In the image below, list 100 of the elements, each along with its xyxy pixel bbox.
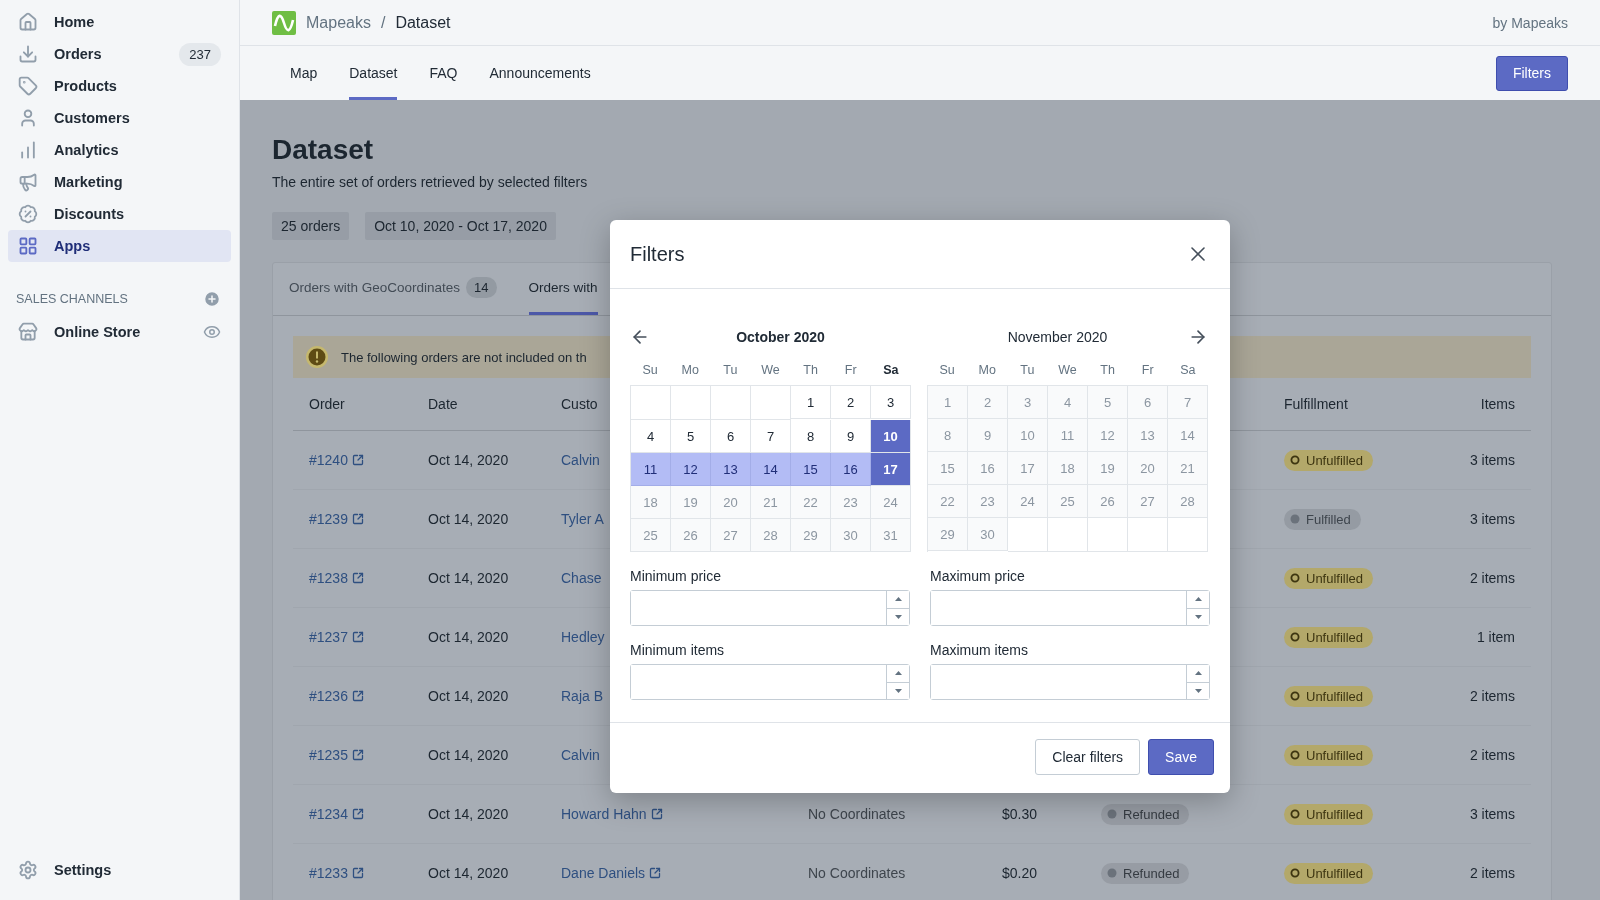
grid-icon [18,236,38,256]
filters-button[interactable]: Filters [1495,55,1568,91]
eye-icon[interactable] [203,323,221,341]
number-field[interactable] [930,590,1210,626]
number-field[interactable] [930,664,1210,700]
card-tab[interactable]: Orders with [528,263,598,315]
table-cell: 3 items [1469,806,1515,822]
calendar-day[interactable]: 14 [751,453,791,486]
calendar-day[interactable]: 11 [631,453,671,486]
weekday-label: Su [938,362,956,379]
caret-up-icon [894,671,902,676]
summary-tag: 25 orders [272,212,350,240]
field-label: Maximum price [930,568,1026,584]
sidebar-item[interactable]: Online Store [8,316,231,348]
calendar-day[interactable]: 5 [671,420,711,453]
customer-link[interactable]: Raja B [561,688,604,704]
status-badge: Unfulfilled [1284,744,1374,766]
order-link[interactable]: #1238 [309,570,364,586]
calendar-day[interactable]: 13 [711,453,751,486]
order-link[interactable]: #1234 [309,806,364,822]
order-link[interactable]: #1233 [309,865,364,881]
nav-tab[interactable]: Map [290,46,318,100]
customer-link[interactable]: Hedley [561,629,605,645]
calendar-day[interactable]: 1 [791,386,831,419]
nav-tab[interactable]: Announcements [489,46,591,100]
calendar-day[interactable]: 7 [751,420,791,453]
table-cell: 3 items [1469,452,1515,468]
calendar-day[interactable]: 3 [871,386,911,419]
weekday-label: Sa [1179,362,1197,379]
sidebar-item[interactable]: Analytics [8,134,231,166]
page-subtitle: The entire set of orders retrieved by selected filters [272,174,589,190]
calendar-day[interactable]: 12 [671,453,711,486]
number-field[interactable] [630,664,910,700]
table-cell: Oct 14, 2020 [428,865,509,881]
breadcrumb-item[interactable]: Dataset [395,13,451,32]
sidebar-item[interactable]: Settings [8,854,231,886]
calendar-day[interactable]: 2 [831,386,871,419]
calendar-day[interactable]: 4 [631,420,671,453]
sidebar-item[interactable]: Apps [8,230,231,262]
customer-link[interactable]: Dane Daniels [561,865,662,881]
customer-link[interactable]: Calvin [561,747,600,763]
calendar-day[interactable]: 8 [791,420,831,453]
by-line: by Mapeaks [1492,14,1568,31]
order-link[interactable]: #1235 [309,747,364,763]
sidebar-item[interactable]: Discounts [8,198,231,230]
person-icon [18,108,38,128]
field-label: Minimum items [630,642,726,658]
card-tab[interactable]: Orders with GeoCoordinates 14 [289,263,497,315]
download-tray-icon [18,44,38,64]
clear-button[interactable]: Clear filters [1035,739,1141,775]
calendar-day[interactable]: 6 [711,420,751,453]
number-field[interactable] [630,590,910,626]
calendar-day[interactable]: 9 [831,420,871,453]
table-cell: 2 items [1469,747,1515,763]
plus-circle-icon [203,290,221,308]
field-label: Maximum items [930,642,1029,658]
customer-link[interactable]: Howard Hahn [561,806,663,822]
weekday-label: We [1057,362,1078,379]
sidebar-item[interactable]: Products [8,70,231,102]
external-link-icon [351,690,364,702]
weekday-label: Mo [977,362,997,379]
weekday-label: Tu [1019,362,1036,379]
summary-tag: Oct 10, 2020 - Oct 17, 2020 [365,212,556,240]
sidebar-item[interactable]: Customers [8,102,231,134]
caret-down-icon [894,614,902,619]
customer-link[interactable]: Tyler A [561,511,604,527]
column-header: Fulfillment [1268,378,1428,431]
column-header: Order [293,378,412,431]
month-title: October 2020 [735,329,826,345]
calendar-day[interactable]: 15 [791,453,831,486]
sidebar-item[interactable]: Marketing [8,166,231,198]
sidebar-item[interactable]: Home [8,6,231,38]
order-link[interactable]: #1240 [309,452,364,468]
field-label: Minimum price [630,568,722,584]
weekday-label: Mo [680,362,700,379]
customer-link[interactable]: Chase [561,570,602,586]
order-link[interactable]: #1236 [309,688,364,704]
table-cell: No Coordinates [808,806,906,822]
order-link[interactable]: #1239 [309,511,364,527]
customer-link[interactable]: Calvin [561,452,600,468]
weekday-label: Fr [843,362,858,379]
page-title: Dataset [272,134,375,166]
add-channel-button[interactable] [203,290,221,308]
percent-badge-icon [18,204,38,224]
table-cell: No Coordinates [808,865,906,881]
table-cell: Oct 14, 2020 [428,452,509,468]
bar-chart-icon [18,140,38,160]
external-link-icon [351,572,364,584]
status-badge: Refunded [1101,803,1190,825]
nav-tab[interactable]: FAQ [429,46,458,100]
order-link[interactable]: #1237 [309,629,364,645]
calendar-day[interactable]: 17 [871,453,911,486]
save-button[interactable]: Save [1148,739,1214,775]
breadcrumb-item[interactable]: Mapeaks [306,13,371,32]
sidebar-item[interactable]: Orders 237 [8,38,231,70]
tag-icon [18,76,38,96]
calendar-day[interactable]: 10 [871,420,911,453]
table-cell: Oct 14, 2020 [428,747,509,763]
calendar-day[interactable]: 16 [831,453,871,486]
warning-icon [305,345,329,369]
